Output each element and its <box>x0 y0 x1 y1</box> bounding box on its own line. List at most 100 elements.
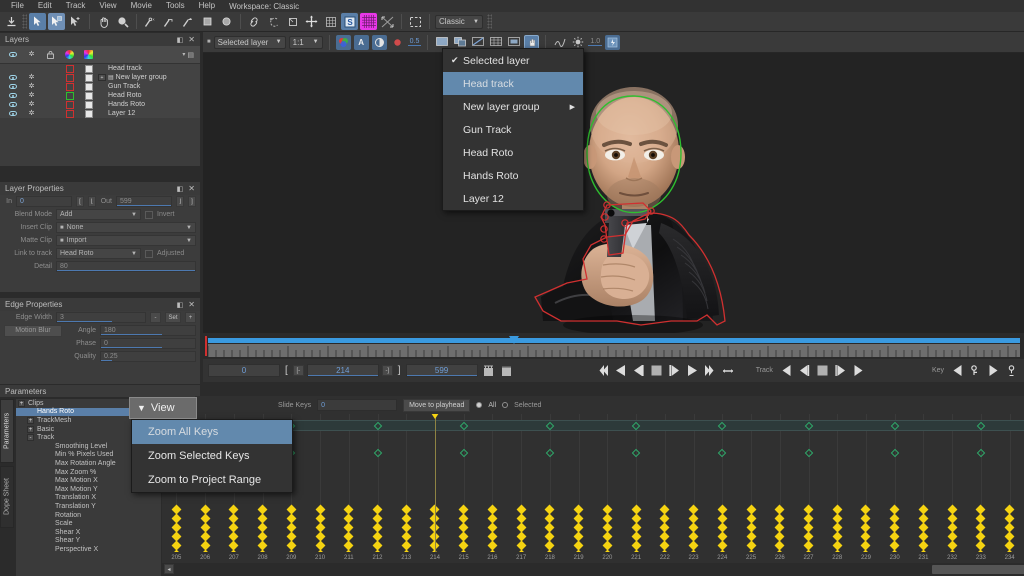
green-keyframe[interactable] <box>373 421 382 431</box>
layer-menu-item[interactable]: Head Roto <box>443 141 583 164</box>
layer-visibility-toggle[interactable] <box>3 102 22 107</box>
key-all-icon[interactable] <box>1004 363 1019 378</box>
layer-row[interactable]: ✲ Layer 12 <box>0 109 200 118</box>
workspace-selector[interactable]: Workspace: Classic <box>222 2 306 11</box>
track-stop-icon[interactable] <box>815 363 830 378</box>
set-out-icon[interactable]: ] <box>188 196 196 207</box>
scrollbar-thumb[interactable] <box>932 565 1024 574</box>
float-panel-icon[interactable]: ◧ <box>177 185 184 193</box>
invert-checkbox[interactable] <box>145 210 153 219</box>
view-menu-button[interactable]: ▼ View <box>129 397 197 419</box>
menu-track[interactable]: Track <box>59 0 93 12</box>
view-menu-item[interactable]: Zoom Selected Keys <box>132 444 292 468</box>
track-step-fwd-icon[interactable] <box>833 363 848 378</box>
parameter-row[interactable]: Rotation <box>16 511 161 520</box>
quality-slider[interactable]: 0.25 <box>100 351 196 362</box>
close-icon[interactable]: ✕ <box>188 184 195 193</box>
layer-outline-swatch[interactable] <box>60 82 79 91</box>
layer-visibility-toggle[interactable] <box>3 93 22 98</box>
alpha-icon[interactable]: A <box>353 34 369 50</box>
view-menu-item[interactable]: Zoom to Project Range <box>132 468 292 492</box>
layer-fill-swatch[interactable] <box>79 109 98 118</box>
create-xspline-icon[interactable]: x <box>142 13 159 30</box>
outline-color-icon[interactable] <box>60 50 79 59</box>
grid-icon[interactable] <box>360 13 377 30</box>
layer-settings-icon[interactable]: ✲ <box>22 83 41 90</box>
onion-skin-icon[interactable] <box>390 35 405 50</box>
goto-in-icon[interactable]: ⌊ <box>88 196 96 207</box>
layer-menu-item[interactable]: New layer group ▶ <box>443 95 583 118</box>
layer-menu-item[interactable]: Layer 12 <box>443 187 583 210</box>
play-forward-icon[interactable] <box>685 363 700 378</box>
set-in-point-button[interactable]: [- <box>292 365 304 376</box>
layer-fill-swatch[interactable] <box>79 73 98 82</box>
green-keyframe[interactable] <box>890 448 899 458</box>
create-bspline-icon[interactable] <box>161 13 178 30</box>
adjusted-checkbox[interactable] <box>145 249 153 258</box>
link-icon[interactable] <box>246 13 263 30</box>
float-panel-icon[interactable]: ◧ <box>177 301 184 309</box>
timeline-ticks[interactable] <box>207 344 1020 357</box>
visibility-eye-icon[interactable] <box>3 52 22 57</box>
create-rect-icon[interactable] <box>199 13 216 30</box>
layer-outline-swatch[interactable] <box>60 100 79 109</box>
toolbar-drag-handle[interactable] <box>22 14 27 29</box>
create-magnetic-icon[interactable] <box>180 13 197 30</box>
key-prev-icon[interactable] <box>950 363 965 378</box>
close-icon[interactable]: ✕ <box>188 35 195 44</box>
go-to-end-icon[interactable] <box>703 363 718 378</box>
key-add-icon[interactable] <box>968 363 983 378</box>
in-point-field[interactable]: 214 <box>306 364 379 377</box>
set-in-icon[interactable]: [ <box>76 196 84 207</box>
stop-icon[interactable] <box>649 363 664 378</box>
trim-end-icon[interactable] <box>499 363 514 378</box>
parameter-row[interactable]: Shear X <box>16 528 161 537</box>
selected-radio[interactable] <box>502 402 509 408</box>
parameter-row[interactable]: Scale <box>16 519 161 528</box>
pan-hand-icon[interactable] <box>95 13 112 30</box>
motion-blur-button[interactable]: Motion Blur <box>4 324 62 337</box>
layer-outline-swatch[interactable] <box>60 91 79 100</box>
green-keyframe[interactable] <box>545 421 555 431</box>
in-field[interactable]: 0 <box>16 196 72 207</box>
step-forward-icon[interactable] <box>667 363 682 378</box>
layer-menu-item[interactable]: Head track <box>443 72 583 95</box>
out-field[interactable]: 599 <box>116 196 172 207</box>
layer-fill-swatch[interactable] <box>79 100 98 109</box>
scroll-left-button[interactable]: ◂ <box>164 564 174 574</box>
tab-dope-sheet[interactable]: Dope Sheet <box>0 466 14 528</box>
green-keyframe[interactable] <box>373 448 382 458</box>
move-to-playhead-button[interactable]: Move to playhead <box>403 398 471 412</box>
select-add-icon[interactable] <box>48 13 65 30</box>
green-keyframe[interactable] <box>976 448 986 458</box>
layer-menu-item[interactable]: ✔ Selected layer <box>443 49 583 72</box>
keyframe-diamond[interactable] <box>861 504 871 515</box>
key-next-icon[interactable] <box>986 363 1001 378</box>
layer-outline-swatch[interactable] <box>60 73 79 82</box>
phase-slider[interactable]: 0 <box>100 338 196 349</box>
layer-fill-swatch[interactable] <box>79 91 98 100</box>
layer-visibility-toggle[interactable] <box>3 84 22 89</box>
create-ellipse-icon[interactable] <box>218 13 235 30</box>
green-keyframe[interactable] <box>804 448 813 458</box>
select-arrow-icon[interactable] <box>29 13 46 30</box>
all-radio[interactable] <box>476 402 483 408</box>
menu-view[interactable]: View <box>92 0 123 12</box>
keyframe-diamond[interactable] <box>861 540 871 551</box>
track-fwd-icon[interactable] <box>851 363 866 378</box>
move-icon[interactable] <box>303 13 320 30</box>
angle-slider[interactable]: 180 <box>100 325 196 336</box>
go-to-start-icon[interactable] <box>595 363 610 378</box>
layer-settings-icon[interactable]: ✲ <box>22 74 41 81</box>
green-keyframe[interactable] <box>804 421 813 431</box>
stabilize-icon[interactable]: S <box>341 13 358 30</box>
menu-tools[interactable]: Tools <box>159 0 192 12</box>
export-icon[interactable] <box>3 13 20 30</box>
green-keyframe[interactable] <box>631 421 641 431</box>
horizontal-scrollbar[interactable]: ◂ <box>162 563 1024 576</box>
mesh-icon[interactable] <box>322 13 339 30</box>
gain-value[interactable]: 1.0 <box>588 38 603 46</box>
keyframe-diamond[interactable] <box>861 513 871 524</box>
parameter-row[interactable]: Perspective X <box>16 545 161 554</box>
edge-width-dec-button[interactable]: - <box>150 312 161 323</box>
